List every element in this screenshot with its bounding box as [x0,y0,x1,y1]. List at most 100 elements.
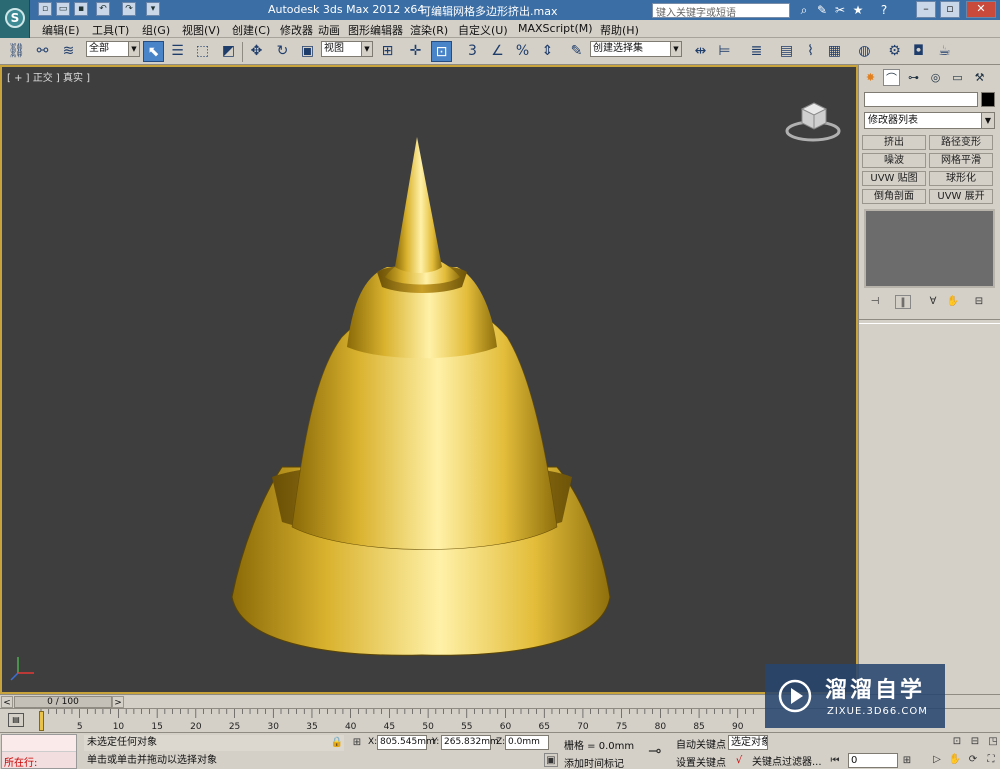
key-filters-button[interactable]: 关键点过滤器... [752,753,822,768]
maximize-button[interactable]: ▫ [940,1,960,18]
rendered-frame-window-icon[interactable]: ◘ [908,41,929,62]
mirror-icon[interactable]: ⇹ [690,41,711,62]
maximize-toggle-icon[interactable]: ⛶ [984,753,998,767]
layer-manager-icon[interactable]: ≣ [746,41,767,62]
rectangular-selection-icon[interactable]: ⬚ [192,41,213,62]
menu-group[interactable]: 组(G) [142,22,170,38]
make-unique-icon[interactable]: ∀ [925,295,941,309]
menu-rendering[interactable]: 渲染(R) [410,22,448,38]
track-ruler[interactable]: 051015202530354045505560657075808590 [40,709,760,733]
close-button[interactable]: ✕ [966,1,996,18]
x-coordinate-field[interactable]: 805.545mm [377,735,435,750]
snaps-toggle-icon[interactable]: 3 [462,41,483,62]
subscription-icon[interactable]: ✎ [814,2,830,18]
modifier-button-path-deform[interactable]: 路径变形 [929,135,993,150]
modifier-button-extrude[interactable]: 挤出 [862,135,926,150]
modifier-stack[interactable] [864,209,995,288]
viewport-label[interactable]: [ + ] 正交 ] 真实 ] [7,69,90,84]
new-file-icon[interactable]: ▫ [38,2,52,16]
angle-snap-icon[interactable]: ∠ [487,41,508,62]
favorites-icon[interactable]: ★ [850,2,866,18]
mini-curve-editor-icon[interactable]: ▤ [8,713,24,727]
modifier-button-noise[interactable]: 噪波 [862,153,926,168]
maxscript-listener[interactable]: 所在行: [1,734,77,769]
menu-views[interactable]: 视图(V) [182,22,220,38]
set-key-icon[interactable]: ⊸ [648,741,661,760]
communication-icon[interactable]: ✂ [832,2,848,18]
select-and-manipulate-icon[interactable]: ✛ [405,41,426,62]
modifier-button-bevel-profile[interactable]: 倒角剖面 [862,189,926,204]
select-and-link-icon[interactable]: ⛓ [6,41,27,62]
search-input[interactable]: 键入关键字或短语 [652,3,790,19]
menu-graph-editors[interactable]: 图形编辑器 [348,22,403,38]
create-tab-icon[interactable]: ✸ [862,69,879,86]
field-of-view-icon[interactable]: ▷ [930,753,944,767]
pivot-center-icon[interactable]: ⊞ [377,41,398,62]
select-and-rotate-icon[interactable]: ↻ [272,41,293,62]
time-slider-thumb[interactable]: 0 / 100 [14,696,112,708]
perspective-viewport[interactable]: [ + ] 正交 ] 真实 ] [0,65,858,694]
align-icon[interactable]: ⊨ [714,41,735,62]
hierarchy-tab-icon[interactable]: ⊶ [905,69,922,86]
maximize-viewport-icon[interactable]: ◳ [986,735,1000,749]
minimize-button[interactable]: – [916,1,936,18]
utilities-tab-icon[interactable]: ⚒ [971,69,988,86]
modifier-button-uvw-map[interactable]: UVW 贴图 [862,171,926,186]
motion-tab-icon[interactable]: ◎ [927,69,944,86]
pan-view-icon[interactable]: ✋ [948,753,962,767]
current-frame-marker[interactable] [39,711,44,731]
set-key-button[interactable]: 设置关键点 [676,754,726,769]
time-configuration-icon[interactable]: ⊞ [900,754,914,768]
render-setup-icon[interactable]: ⚙ [884,41,905,62]
undo-icon[interactable]: ↶ [96,2,110,16]
zoom-extents-icon[interactable]: ⊡ [950,735,964,749]
display-tab-icon[interactable]: ▭ [949,69,966,86]
lock-selection-icon[interactable]: 🔒 [330,736,344,750]
named-selection-dropdown[interactable]: 创建选择集 ▼ [590,41,682,57]
binoculars-icon[interactable]: ⌕ [796,2,812,18]
menu-maxscript[interactable]: MAXScript(M) [518,22,593,35]
schematic-view-icon[interactable]: ▦ [824,41,845,62]
extruded-cone-model[interactable] [202,127,642,667]
add-time-tag-button[interactable]: 添加时间标记 [564,755,624,769]
menu-customize[interactable]: 自定义(U) [458,22,508,38]
reference-coordinate-dropdown[interactable]: 视图 ▼ [321,41,373,57]
material-editor-icon[interactable]: ◍ [854,41,875,62]
menu-edit[interactable]: 编辑(E) [42,22,80,38]
object-name-field[interactable] [864,92,978,107]
remove-modifier-icon[interactable]: ✋ [945,295,961,309]
selection-filter-dropdown[interactable]: 全部 ▼ [86,41,140,57]
graphite-ribbon-icon[interactable]: ▤ [776,41,797,62]
percent-snap-icon[interactable]: % [512,41,533,62]
spinner-snap-icon[interactable]: ⇕ [537,41,558,62]
y-coordinate-field[interactable]: 265.832mm [441,735,499,750]
orbit-icon[interactable]: ⟳ [966,753,980,767]
previous-frame-arrow-icon[interactable]: < [1,696,13,708]
key-selection-dropdown[interactable]: 选定对象 [728,735,768,750]
menu-tools[interactable]: 工具(T) [92,22,129,38]
quick-access-dropdown-icon[interactable]: ▾ [146,2,160,16]
menu-create[interactable]: 创建(C) [232,22,270,38]
edit-named-selection-icon[interactable]: ✎ [566,41,587,62]
menu-animation[interactable]: 动画 [318,22,340,38]
current-frame-field[interactable]: 0 [848,753,898,768]
maxscript-input[interactable] [2,735,76,752]
z-coordinate-field[interactable]: 0.0mm [505,735,549,750]
modifier-list-dropdown[interactable]: 修改器列表 ▼ [864,112,995,129]
show-end-result-icon[interactable]: ‖ [895,295,911,309]
select-and-scale-icon[interactable]: ▣ [297,41,318,62]
window-crossing-icon[interactable]: ◩ [218,41,239,62]
select-and-move-icon[interactable]: ✥ [246,41,267,62]
help-icon[interactable]: ? [876,2,892,18]
menu-help[interactable]: 帮助(H) [600,22,639,38]
modifier-button-spherify[interactable]: 球形化 [929,171,993,186]
app-logo[interactable]: S [0,0,30,38]
absolute-mode-icon[interactable]: ⊞ [350,736,364,750]
auto-key-button[interactable]: 自动关键点 [676,736,726,751]
object-color-swatch[interactable] [981,92,995,107]
go-to-start-icon[interactable]: ⏮ [828,754,842,768]
next-frame-arrow-icon[interactable]: > [112,696,124,708]
unlink-icon[interactable]: ⚯ [32,41,53,62]
render-production-icon[interactable]: ☕ [934,41,955,62]
curve-editor-icon[interactable]: ⌇ [800,41,821,62]
